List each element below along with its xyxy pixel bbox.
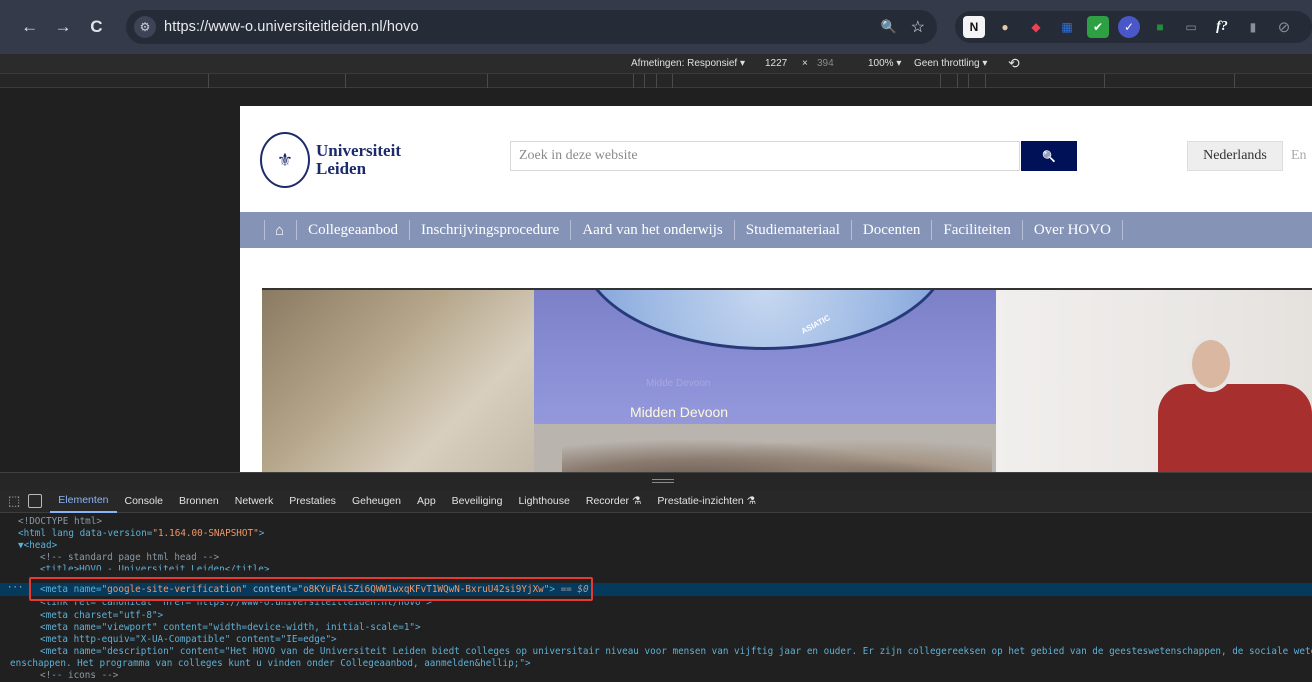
dom-line-comment-icons[interactable]: <!-- icons --> <box>40 670 118 682</box>
nav-separator <box>1121 220 1123 240</box>
viewport-width-input[interactable]: 1227 <box>765 58 787 69</box>
tab-bronnen[interactable]: Bronnen <box>171 489 227 513</box>
dom-line-description-wrap[interactable]: enschappen. Het programma van colleges k… <box>10 658 531 670</box>
site-info-icon[interactable]: ⚙ <box>134 16 157 38</box>
tab-console[interactable]: Console <box>117 489 172 513</box>
resize-grip-icon[interactable] <box>652 479 674 483</box>
search-icon: 🔍 <box>1042 150 1056 163</box>
todo-extension-icon[interactable]: ✓ <box>1117 16 1140 38</box>
dom-line-viewport[interactable]: <meta name="viewport" content="width=dev… <box>40 622 421 634</box>
html-tag: <html lang data-version= <box>18 528 153 539</box>
tab-recorder[interactable]: Recorder ⚗ <box>578 489 650 513</box>
extensions-area: N ● ◆ ▦ ✔ ✓ ■ ▭ f? ▮ ⊘ <box>954 11 1312 43</box>
extension-icon-7[interactable]: ■ <box>1149 16 1171 38</box>
search-button[interactable]: 🔍 <box>1021 141 1077 171</box>
times-sign: × <box>802 58 808 69</box>
tab-prestaties[interactable]: Prestaties <box>281 489 344 513</box>
dom-line-title[interactable]: <title>HOVO - Universiteit Leiden</title… <box>40 564 270 570</box>
nav-inschrijvingsprocedure[interactable]: Inschrijvingsprocedure <box>410 222 570 239</box>
throttling-dropdown[interactable]: Geen throttling ▾ <box>914 58 987 69</box>
nav-collegeaanbod[interactable]: Collegeaanbod <box>297 222 409 239</box>
dimensions-dropdown[interactable]: Afmetingen: Responsief ▾ <box>631 58 745 69</box>
tab-geheugen[interactable]: Geheugen <box>344 489 409 513</box>
logo-text: Universiteit Leiden <box>316 142 401 178</box>
dom-line-doctype[interactable]: <!DOCTYPE html> <box>18 516 102 528</box>
browser-toolbar: ← → C ⚙ https://www-o.universiteitleiden… <box>0 0 1312 54</box>
zoom-dropdown[interactable]: 100% ▾ <box>868 58 901 69</box>
lang-nl-button[interactable]: Nederlands <box>1187 141 1283 171</box>
tab-elementen[interactable]: Elementen <box>50 489 117 513</box>
extension-icon-10[interactable]: ▮ <box>1242 16 1264 38</box>
back-icon[interactable]: ← <box>16 13 43 41</box>
dom-line-compat[interactable]: <meta http-equiv="X-UA-Compatible" conte… <box>40 634 337 646</box>
viewport-height-input[interactable]: 394 <box>817 58 834 69</box>
logo-line-1: Universiteit <box>316 141 401 160</box>
main-navigation: ⌂ Collegeaanbod Inschrijvingsprocedure A… <box>240 212 1312 248</box>
highlight-annotation-box <box>29 577 593 601</box>
tab-lighthouse[interactable]: Lighthouse <box>510 489 577 513</box>
hero-lecturer <box>1128 336 1312 472</box>
dom-line-comment-head[interactable]: <!-- standard page html head --> <box>40 552 219 564</box>
devtools-resizer[interactable] <box>0 472 1312 489</box>
html-version-value: "1.164.00-SNAPSHOT" <box>152 528 259 539</box>
lecturer-head <box>1188 336 1234 392</box>
home-icon[interactable]: ⌂ <box>265 222 296 239</box>
hero-caption-small: Midde Devoon <box>646 378 711 389</box>
hero-caption: Midden Devoon <box>630 404 729 420</box>
extension-icon-2[interactable]: ● <box>994 16 1016 38</box>
device-toggle-icon[interactable] <box>28 493 43 508</box>
extensions-pill: N ● ◆ ▦ ✔ ✓ ■ ▭ f? ▮ ⊘ <box>954 11 1312 43</box>
reload-icon[interactable]: C <box>83 13 110 41</box>
extension-icon-8[interactable]: ▭ <box>1180 16 1202 38</box>
university-seal-icon: ⚜ <box>260 132 310 188</box>
hero-image: ASIATIC Midde Devoon Midden Devoon <box>262 288 1312 472</box>
pocket-extension-icon[interactable]: ◆ <box>1025 16 1047 38</box>
elements-panel: <!DOCTYPE html> <html lang data-version=… <box>0 513 1312 682</box>
checklist-extension-icon[interactable]: ✔ <box>1086 16 1109 38</box>
address-bar[interactable]: ⚙ https://www-o.universiteitleiden.nl/ho… <box>126 10 937 44</box>
website-page: ⚜ Universiteit Leiden Zoek in deze websi… <box>240 106 1312 472</box>
university-logo[interactable]: ⚜ Universiteit Leiden <box>260 132 401 188</box>
browser-window: ← → C ⚙ https://www-o.universiteitleiden… <box>0 0 1312 682</box>
devtools-tabbar: ⬚ Elementen Console Bronnen Netwerk Pres… <box>0 489 1312 513</box>
media-query-ruler[interactable] <box>0 74 1312 88</box>
nav-over-hovo[interactable]: Over HOVO <box>1023 222 1122 239</box>
tab-prestatie-inzichten[interactable]: Prestatie-inzichten ⚗ <box>649 489 764 513</box>
hero-audience <box>562 430 992 472</box>
hero-map-poster <box>262 290 534 472</box>
language-switcher: Nederlands En <box>1187 141 1312 171</box>
node-dots-icon[interactable]: ··· <box>7 583 23 595</box>
lang-en-button[interactable]: En <box>1283 141 1312 171</box>
extension-icon-4[interactable]: ▦ <box>1056 16 1078 38</box>
nav-aard-van-het-onderwijs[interactable]: Aard van het onderwijs <box>571 222 733 239</box>
tab-netwerk[interactable]: Netwerk <box>227 489 282 513</box>
device-toolbar: Afmetingen: Responsief ▾ 1227 × 394 100%… <box>0 54 1312 74</box>
dom-line-charset[interactable]: <meta charset="utf-8"> <box>40 610 163 622</box>
nav-docenten[interactable]: Docenten <box>852 222 931 239</box>
dom-line-html[interactable]: <html lang data-version="1.164.00-SNAPSH… <box>18 528 264 540</box>
dom-line-description[interactable]: <meta name="description" content="Het HO… <box>40 646 1312 658</box>
nav-studiemateriaal[interactable]: Studiemateriaal <box>735 222 851 239</box>
logo-line-2: Leiden <box>316 159 367 178</box>
font-extension-icon[interactable]: f? <box>1211 16 1233 38</box>
inspect-element-icon[interactable]: ⬚ <box>8 493 20 509</box>
html-tag-close: > <box>258 528 265 539</box>
dom-line-head[interactable]: ▼<head> <box>18 540 57 552</box>
forward-icon[interactable]: → <box>49 13 76 41</box>
url-text[interactable]: https://www-o.universiteitleiden.nl/hovo <box>164 19 419 35</box>
tab-beveiliging[interactable]: Beveiliging <box>444 489 511 513</box>
bookmark-star-icon[interactable]: ☆ <box>911 17 925 37</box>
nav-faciliteiten[interactable]: Faciliteiten <box>932 222 1021 239</box>
notion-extension-icon[interactable]: N <box>962 16 985 38</box>
site-search-input[interactable]: Zoek in deze website <box>510 141 1020 171</box>
extension-icon-11[interactable]: ⊘ <box>1273 16 1295 38</box>
tab-app[interactable]: App <box>409 489 444 513</box>
rotate-icon[interactable]: ⟲ <box>1008 55 1020 72</box>
zoom-icon[interactable]: 🔍 <box>880 19 896 35</box>
lecturer-body <box>1158 384 1312 472</box>
